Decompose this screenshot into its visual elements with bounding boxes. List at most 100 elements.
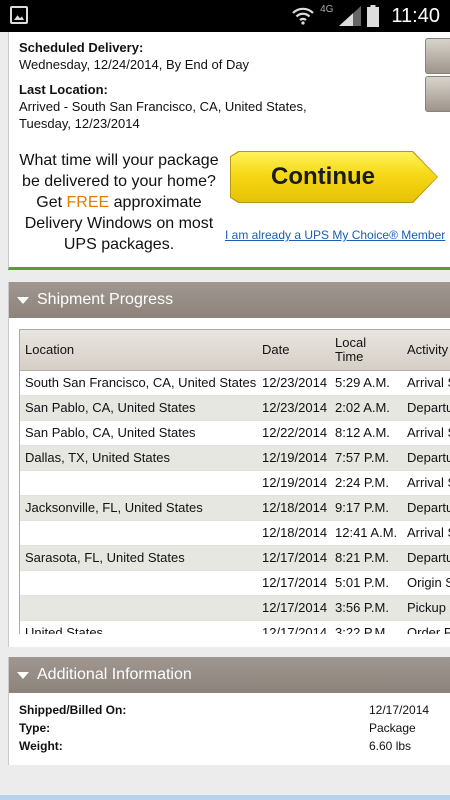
weight-label: Weight: bbox=[19, 739, 63, 753]
shipment-progress-table-container[interactable]: Location Date Local Time Activity South S… bbox=[19, 329, 450, 634]
column-header-date: Date bbox=[257, 330, 330, 371]
scheduled-delivery-value: Wednesday, 12/24/2014, By End of Day bbox=[19, 57, 250, 72]
bottom-divider bbox=[0, 795, 450, 800]
cell-location: Dallas, TX, United States bbox=[25, 450, 170, 465]
gallery-notification-icon bbox=[10, 6, 28, 24]
collapse-caret-icon bbox=[17, 671, 29, 679]
cell-time: 8:12 A.M. bbox=[335, 425, 390, 440]
last-location-line2: Tuesday, 12/23/2014 bbox=[19, 116, 140, 131]
my-choice-member-link[interactable]: I am already a UPS My Choice® Member bbox=[225, 228, 445, 242]
table-row: 12/19/2014 2:24 P.M. Arrival S bbox=[20, 470, 450, 495]
type-label: Type: bbox=[19, 721, 51, 735]
promo-line: UPS packages. bbox=[63, 236, 175, 253]
cell-time: 9:17 P.M. bbox=[335, 500, 389, 515]
cell-date: 12/18/2014 bbox=[262, 525, 328, 540]
promo-free-highlight: FREE bbox=[66, 194, 110, 211]
table-row: San Pablo, CA, United States 12/23/2014 2:… bbox=[20, 395, 450, 420]
continue-button[interactable]: Continue bbox=[231, 152, 437, 202]
cell-activity: Arrival S bbox=[407, 525, 450, 540]
cell-date: 12/17/2014 bbox=[262, 625, 328, 634]
table-row: 12/18/2014 12:41 A.M. Arrival S bbox=[20, 520, 450, 545]
shipment-progress-header[interactable]: Shipment Progress bbox=[9, 282, 450, 318]
cell-location: San Pablo, CA, United States bbox=[25, 425, 196, 440]
cell-date: 12/23/2014 bbox=[262, 400, 328, 415]
shipment-progress-title: Shipment Progress bbox=[37, 291, 174, 308]
local-time-line2: Time bbox=[335, 348, 364, 364]
table-row: South San Francisco, CA, United States 12… bbox=[20, 370, 450, 395]
cell-location: Sarasota, FL, United States bbox=[25, 550, 185, 565]
clock: 11:40 bbox=[391, 4, 440, 27]
table-row: 12/17/2014 5:01 P.M. Origin S bbox=[20, 570, 450, 595]
cell-location: San Pablo, CA, United States bbox=[25, 400, 196, 415]
promo-text: approximate bbox=[109, 194, 202, 211]
shipped-billed-value: 12/17/2014 bbox=[369, 703, 430, 717]
status-icons: 4G 11:40 bbox=[292, 0, 440, 32]
side-action-button-2[interactable] bbox=[425, 76, 450, 112]
scheduled-delivery-label: Scheduled Delivery: bbox=[19, 40, 144, 55]
cell-activity: Origin S bbox=[407, 575, 450, 590]
cell-location: Jacksonville, FL, United States bbox=[25, 500, 203, 515]
additional-info-panel: Additional Information Shipped/Billed On… bbox=[8, 657, 450, 765]
cell-activity: Departu bbox=[407, 550, 450, 565]
cell-date: 12/19/2014 bbox=[262, 475, 328, 490]
cell-activity: Departu bbox=[407, 400, 450, 415]
signal-icon bbox=[339, 6, 362, 26]
cell-time: 3:56 P.M. bbox=[335, 600, 389, 615]
collapse-caret-icon bbox=[17, 296, 29, 304]
table-row: 12/17/2014 3:56 P.M. Pickup S bbox=[20, 595, 450, 620]
cell-activity: Pickup S bbox=[407, 600, 450, 615]
wifi-icon bbox=[292, 7, 314, 25]
cell-time: 3:22 P.M. bbox=[335, 625, 389, 634]
weight-value: 6.60 lbs bbox=[369, 739, 412, 753]
cell-activity: Arrival S bbox=[407, 375, 450, 390]
cell-location bbox=[20, 470, 257, 495]
network-type-label: 4G bbox=[320, 3, 334, 15]
table-row: Sarasota, FL, United States 12/17/2014 8:2… bbox=[20, 545, 450, 570]
cell-time: 5:01 P.M. bbox=[335, 575, 389, 590]
cell-time: 2:24 P.M. bbox=[335, 475, 389, 490]
column-header-local-time: Local Time bbox=[330, 330, 402, 371]
cell-time: 8:21 P.M. bbox=[335, 550, 389, 565]
cell-activity: Departu bbox=[407, 500, 450, 515]
last-location-label: Last Location: bbox=[19, 82, 108, 97]
local-time-line1: Local bbox=[335, 334, 367, 350]
column-header-activity: Activity bbox=[402, 330, 450, 371]
cell-location: South San Francisco, CA, United States bbox=[25, 375, 257, 390]
delivery-summary-panel: Scheduled Delivery: Wednesday, 12/24/201… bbox=[8, 32, 450, 270]
cell-location bbox=[20, 570, 257, 595]
shipment-progress-table: Location Date Local Time Activity South S… bbox=[20, 330, 450, 634]
cell-activity: Order P bbox=[407, 625, 450, 634]
table-header-row: Location Date Local Time Activity bbox=[20, 330, 450, 371]
column-header-location: Location bbox=[20, 330, 257, 371]
promo-line: be delivered to your home? bbox=[22, 173, 216, 190]
cell-date: 12/17/2014 bbox=[262, 550, 328, 565]
cell-time: 5:29 A.M. bbox=[335, 375, 390, 390]
status-bar: 4G 11:40 bbox=[0, 0, 450, 32]
cell-date: 12/19/2014 bbox=[262, 450, 328, 465]
table-row: Jacksonville, FL, United States 12/18/201… bbox=[20, 495, 450, 520]
cell-time: 12:41 A.M. bbox=[335, 525, 398, 540]
promo-line: What time will your package bbox=[19, 152, 219, 169]
table-row: Dallas, TX, United States 12/19/2014 7:57 … bbox=[20, 445, 450, 470]
type-value: Package bbox=[369, 721, 416, 735]
cell-activity: Arrival S bbox=[407, 475, 450, 490]
side-action-button-1[interactable] bbox=[425, 38, 450, 74]
cell-location bbox=[20, 595, 257, 620]
last-location-value: Arrived - South San Francisco, CA, Unite… bbox=[19, 98, 307, 132]
cell-location: United States bbox=[25, 625, 104, 634]
promo-line: Get FREE approximate bbox=[13, 192, 225, 213]
cell-time: 7:57 P.M. bbox=[335, 450, 389, 465]
promo-text: Get bbox=[36, 194, 67, 211]
cell-date: 12/17/2014 bbox=[262, 600, 328, 615]
table-row: United States 12/17/2014 3:22 P.M. Order P bbox=[20, 620, 450, 634]
cell-date: 12/18/2014 bbox=[262, 500, 328, 515]
shipment-progress-panel: Shipment Progress Location Date Local Tim… bbox=[8, 282, 450, 647]
promo-line: Delivery Windows on most bbox=[24, 215, 214, 232]
cell-time: 2:02 A.M. bbox=[335, 400, 390, 415]
battery-icon bbox=[367, 5, 380, 27]
cell-date: 12/22/2014 bbox=[262, 425, 328, 440]
cell-activity: Arrival S bbox=[407, 425, 450, 440]
additional-info-header[interactable]: Additional Information bbox=[9, 657, 450, 693]
additional-info-title: Additional Information bbox=[37, 666, 192, 683]
delivery-window-promo: What time will your package be delivered… bbox=[13, 150, 225, 255]
